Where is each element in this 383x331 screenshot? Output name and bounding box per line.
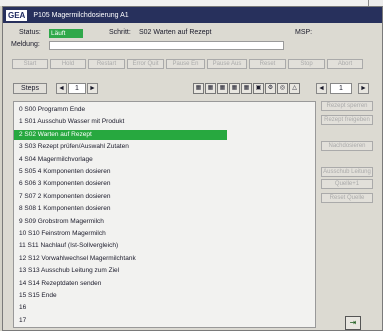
toolbar-button-1[interactable]: Hold <box>50 59 86 69</box>
toolbar-button-5[interactable]: Pause Aus <box>207 59 247 69</box>
list-item[interactable]: 15 S15 Ende <box>14 291 57 301</box>
prev-page-right-button[interactable]: ◄ <box>316 83 327 94</box>
exit-icon[interactable]: ⇥ <box>345 316 361 330</box>
tools-icon[interactable]: ⚙ <box>265 83 276 94</box>
toolbar-button-3[interactable]: Error Quit <box>127 59 164 69</box>
warning-icon[interactable]: △ <box>289 83 300 94</box>
next-page-right-button[interactable]: ► <box>358 83 369 94</box>
grid-icon[interactable]: ▦ <box>229 83 240 94</box>
msp-label: MSP: <box>295 29 313 36</box>
info-icon[interactable]: ◎ <box>277 83 288 94</box>
list-item[interactable]: 17 <box>14 316 26 326</box>
list-item[interactable]: 14 S14 Rezeptdaten senden <box>14 279 101 289</box>
list-item[interactable]: 13 S13 Ausschub Leitung zum Ziel <box>14 266 119 276</box>
step-list[interactable]: 0 S00 Programm Ende 1 S01 Ausschub Wasser… <box>13 101 316 328</box>
list-item[interactable]: 9 S09 Grobstrom Magermilch <box>14 217 104 227</box>
window-title: P105 Magermilchdosierung A1 <box>33 11 129 19</box>
toolbar-button-4[interactable]: Pause En <box>166 59 205 69</box>
list-item[interactable]: 10 S10 Feinstrom Magermilch <box>14 229 106 239</box>
side-button-2[interactable]: Nachdosieren <box>321 141 373 151</box>
icon-toolbar: ▦ ▦ ▦ ▦ ▦ ▣ ⚙ ◎ △ <box>193 83 300 94</box>
list-item[interactable]: 4 S04 Magermilchvorlage <box>14 155 93 165</box>
list-item[interactable]: 11 S11 Nachlauf (Ist-Sollvergleich) <box>14 241 118 251</box>
steps-button[interactable]: Steps <box>13 83 47 94</box>
title-bar[interactable]: GEA P105 Magermilchdosierung A1 <box>3 7 382 23</box>
status-badge: Läuft <box>49 29 83 38</box>
toolbar-button-8[interactable]: Abort <box>327 59 363 69</box>
step-label: Schritt: <box>109 29 131 36</box>
list-item[interactable]: 16 <box>14 303 26 313</box>
status-row: Status: Läuft Schritt: S02 Warten auf Re… <box>3 28 382 39</box>
grid-icon[interactable]: ▦ <box>205 83 216 94</box>
list-item[interactable]: 1 S01 Ausschub Wasser mit Produkt <box>14 117 124 127</box>
list-item[interactable]: 2 S02 Warten auf Rezept <box>14 129 227 140</box>
next-page-left-button[interactable]: ► <box>87 83 98 94</box>
message-row: Meldung: <box>3 40 382 51</box>
side-button-0[interactable]: Rezept sperren <box>321 101 373 111</box>
list-item[interactable]: 6 S06 3 Komponenten dosieren <box>14 179 110 189</box>
page-number-right[interactable]: 1 <box>330 83 352 94</box>
list-item[interactable]: 3 S03 Rezept prüfen/Auswahl Zutaten <box>14 142 129 152</box>
page-number-left[interactable]: 1 <box>68 83 86 94</box>
toolbar-button-0[interactable]: Start <box>12 59 48 69</box>
grid-icon[interactable]: ▦ <box>241 83 252 94</box>
side-button-4[interactable]: Quelle+1 <box>321 179 373 189</box>
grid-icon[interactable]: ▦ <box>217 83 228 94</box>
side-button-3[interactable]: Ausschub Leitung <box>321 167 373 177</box>
toolbar-button-2[interactable]: Restart <box>88 59 125 69</box>
list-item[interactable]: 5 S05 4 Komponenten dosieren <box>14 167 110 177</box>
status-label: Status: <box>19 29 41 36</box>
toolbar-button-7[interactable]: Stop <box>288 59 325 69</box>
current-step-value: S02 Warten auf Rezept <box>139 29 212 36</box>
side-button-5[interactable]: Reset Quelle <box>321 193 373 203</box>
command-toolbar: Start Hold Restart Error Quit Pause En Pause … <box>3 59 382 69</box>
prev-page-left-button[interactable]: ◄ <box>56 83 67 94</box>
monitor-icon[interactable]: ▣ <box>253 83 264 94</box>
list-item[interactable]: 0 S00 Programm Ende <box>14 105 85 115</box>
gea-logo: GEA <box>6 9 28 21</box>
list-item[interactable]: 12 S12 Vorwahlwechsel Magermilchtank <box>14 254 136 264</box>
list-item[interactable]: 8 S08 1 Komponenten dosieren <box>14 204 110 214</box>
message-field <box>49 41 284 50</box>
message-label: Meldung: <box>11 41 40 48</box>
list-item[interactable]: 7 S07 2 Komponenten dosieren <box>14 192 110 202</box>
faceplate-window: GEA P105 Magermilchdosierung A1 Status: … <box>2 6 383 331</box>
side-button-1[interactable]: Rezept freigeben <box>321 115 373 125</box>
steps-navigation: Steps ◄ 1 ► ▦ ▦ ▦ ▦ ▦ ▣ ⚙ ◎ △ ◄ 1 ► <box>3 83 382 94</box>
toolbar-button-6[interactable]: Reset <box>249 59 286 69</box>
grid-icon[interactable]: ▦ <box>193 83 204 94</box>
